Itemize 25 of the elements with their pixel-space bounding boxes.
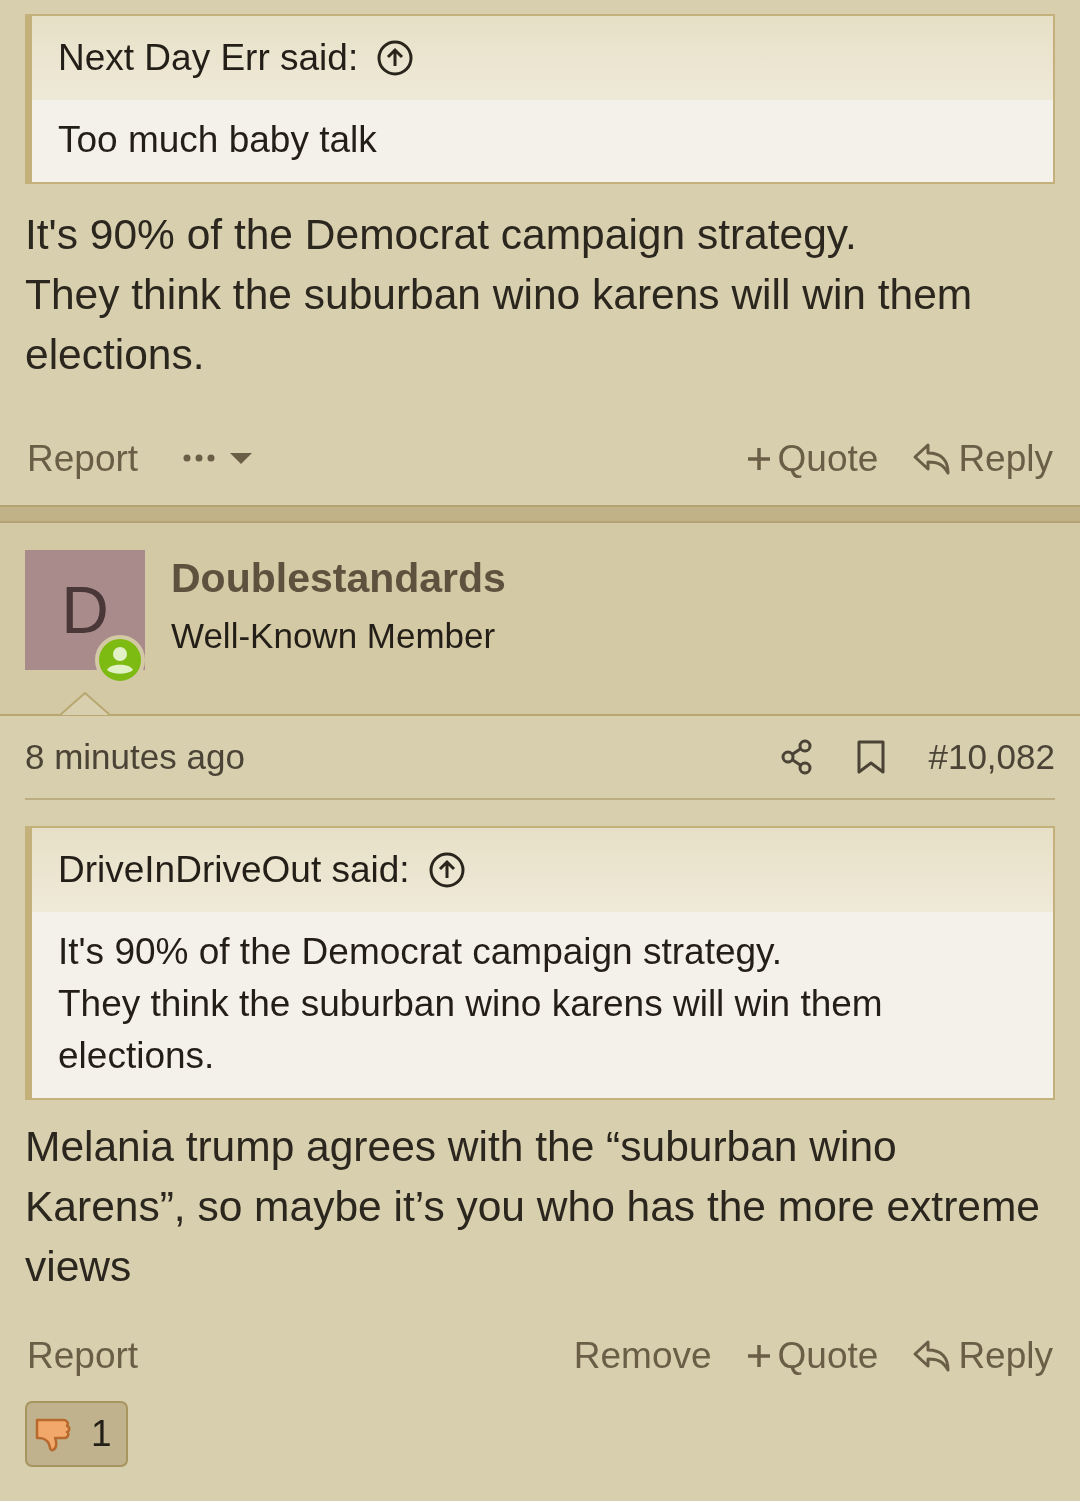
- post-number[interactable]: #10,082: [928, 737, 1055, 777]
- user-title: Well-Known Member: [171, 616, 497, 656]
- arrow-up-circle-icon[interactable]: [376, 39, 415, 77]
- bookmark-icon[interactable]: [856, 739, 887, 775]
- post-text: Melania trump agrees with the “suburban wino Karens”, so maybe it’s you who has the more extreme views: [25, 1122, 1041, 1292]
- quote-attribution: DriveInDriveOut said:: [58, 849, 410, 891]
- quote-link[interactable]: Quote: [743, 1329, 881, 1383]
- post-text: They think the suburban wino karens will win them elections.: [25, 270, 974, 380]
- username[interactable]: Doublestandards: [171, 555, 506, 602]
- action-link[interactable]: Remove: [571, 1329, 714, 1383]
- arrow-up-circle-icon[interactable]: [427, 851, 466, 889]
- reply-link[interactable]: Reply: [910, 432, 1055, 486]
- post-text: It's 90% of the Democrat campaign strategy.: [25, 210, 857, 260]
- reaction-button[interactable]: 1: [25, 1401, 128, 1467]
- quote-link[interactable]: Quote: [743, 432, 881, 486]
- quote-text: It's 90% of the Democrat campaign strategy.: [58, 930, 783, 974]
- plus-icon: [745, 446, 772, 472]
- plus-icon: [745, 1343, 772, 1369]
- quote-text: Too much baby talk: [58, 118, 377, 162]
- reply-link[interactable]: Reply: [910, 1329, 1055, 1383]
- quote-text: They think the suburban wino karens will win them elections.: [58, 982, 884, 1078]
- post-time[interactable]: 8 minutes ago: [25, 737, 245, 777]
- action-link[interactable]: Report: [25, 1329, 141, 1383]
- action-link[interactable]: Report: [25, 432, 141, 486]
- quote-attribution: Next Day Err said:: [58, 37, 359, 79]
